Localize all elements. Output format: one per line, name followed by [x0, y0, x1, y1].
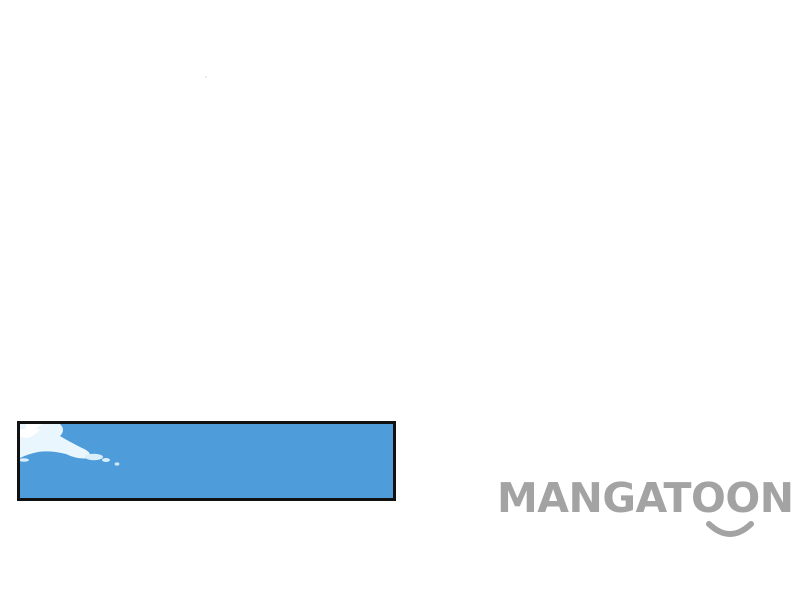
- speck: [205, 76, 207, 78]
- smile-icon: [706, 521, 754, 537]
- water-splash-art: [20, 424, 120, 466]
- logo-text: MANGATOON: [497, 474, 794, 522]
- mangatoon-logo: MANGATOON: [497, 474, 800, 544]
- comic-panel: [17, 421, 396, 501]
